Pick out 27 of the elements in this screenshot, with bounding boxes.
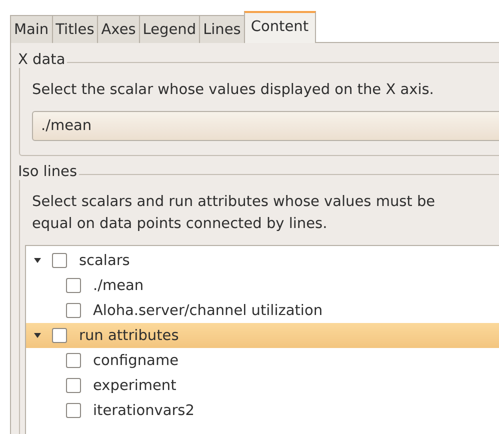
expanded-arrow-icon[interactable] — [34, 333, 40, 338]
tab[interactable]: Titles — [52, 15, 98, 43]
group-title: Iso lines — [18, 164, 80, 180]
checkbox[interactable] — [66, 403, 81, 418]
tree-item[interactable]: Aloha.server/channel utilization — [26, 298, 499, 323]
tree-item[interactable]: run attributes — [26, 323, 499, 348]
tree-item[interactable]: configname — [26, 348, 499, 373]
checkbox[interactable] — [52, 328, 67, 343]
expanded-arrow-icon[interactable] — [34, 258, 40, 263]
checkbox[interactable] — [66, 278, 81, 293]
description-text: Select scalars and run attributes whose values must be equal on data points connected by lines. — [32, 193, 436, 234]
tab[interactable]: Content — [244, 11, 316, 43]
scalar-dropdown[interactable]: ./mean — [32, 111, 499, 141]
tree-item[interactable]: experiment — [26, 373, 499, 398]
checkbox[interactable] — [66, 303, 81, 318]
group-title: X data — [18, 52, 68, 68]
tree-item[interactable]: ./mean — [26, 273, 499, 298]
description-text: Select the scalar whose values displayed on the X axis. — [32, 81, 435, 100]
tab[interactable]: Legend — [138, 15, 200, 43]
tab[interactable]: Lines — [199, 15, 245, 43]
checkbox[interactable] — [66, 353, 81, 368]
checkbox[interactable] — [52, 253, 67, 268]
tab[interactable]: Main — [10, 15, 53, 43]
tree-item[interactable]: iterationvars2 — [26, 398, 499, 423]
tree-item[interactable]: scalars — [26, 248, 499, 273]
checkbox[interactable] — [66, 378, 81, 393]
tab[interactable]: Axes — [97, 15, 140, 43]
